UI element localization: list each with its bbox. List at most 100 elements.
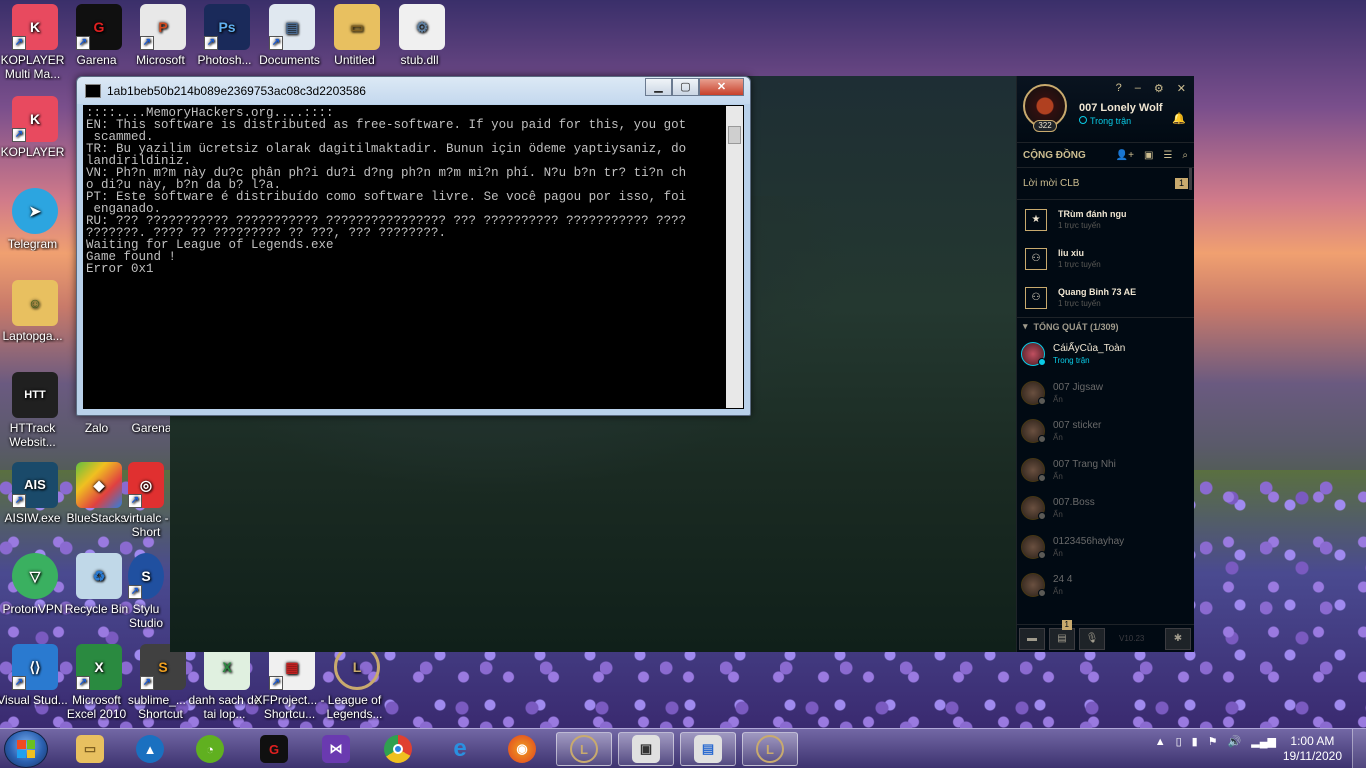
desktop-icon-httrack[interactable]: HTT HTTrack Websit... bbox=[2, 372, 68, 452]
help-icon[interactable]: ? bbox=[1116, 82, 1122, 95]
httrack-icon: HTT bbox=[12, 372, 58, 418]
desktop-icon-photoshop[interactable]: Ps ↗ Photosh... bbox=[194, 4, 260, 84]
volume-icon[interactable]: 🔊 bbox=[1228, 735, 1242, 748]
visual-studio-code-icon: ⟨⟩ ↗ bbox=[12, 644, 58, 690]
desktop-icon-powerpoint[interactable]: P ↗ Microsoft bbox=[130, 4, 196, 84]
friend-item[interactable]: CáiẤyCủa_Toàn Trong trận bbox=[1017, 335, 1194, 374]
tray-expand-icon[interactable]: ▲ bbox=[1155, 736, 1166, 748]
console-window[interactable]: 1ab1beb50b214b089e2369753ac08c3d2203586 … bbox=[76, 76, 751, 416]
league-social-panel: 322 007 Lonely Wolf Trong trận ? – ⚙ ✕ 🔔… bbox=[1016, 76, 1194, 652]
bell-icon[interactable]: 🔔 bbox=[1172, 112, 1186, 125]
taskbar-internet-explorer[interactable]: e bbox=[432, 732, 488, 766]
desktop-icon-stub-dll[interactable]: ⚙ stub.dll bbox=[389, 4, 455, 84]
desktop-icon-documents[interactable]: ▤ ↗ Documents bbox=[259, 4, 325, 84]
taskbar-firefox[interactable]: ◉ bbox=[494, 732, 550, 766]
desktop-icon-danh-sach[interactable]: Xdanh sach de tai lop... bbox=[188, 644, 261, 724]
bug-report-icon[interactable]: ✱ bbox=[1165, 627, 1191, 650]
console-line: Game found ! bbox=[86, 250, 177, 264]
player-status[interactable]: Trong trận bbox=[1079, 116, 1131, 126]
desktop-icon-aisiw[interactable]: AIS ↗ AISIW.exe bbox=[2, 462, 68, 542]
console-output[interactable]: ::::....MemoryHackers.org....:::: EN: Thi… bbox=[83, 105, 744, 409]
scrollbar-thumb[interactable] bbox=[728, 126, 741, 144]
friend-item[interactable]: 0123456hayhay Ẩn bbox=[1017, 528, 1194, 567]
club-invites[interactable]: Lời mời CLB 1 bbox=[1017, 168, 1194, 200]
phone-icon[interactable]: ▯ bbox=[1176, 735, 1182, 748]
show-desktop-button[interactable] bbox=[1352, 729, 1366, 768]
avatar bbox=[1021, 380, 1046, 405]
folder-icon: ▭ bbox=[334, 4, 380, 50]
taskbar-file-explorer[interactable]: ▭ bbox=[62, 732, 118, 766]
desktop-icon-laptopga[interactable]: ☺ Laptopga... bbox=[2, 280, 68, 360]
desktop-icon-telegram[interactable]: ➤ Telegram bbox=[2, 188, 68, 268]
aisiw-icon: AIS ↗ bbox=[12, 462, 58, 508]
gear-icon[interactable]: ⚙ bbox=[1154, 82, 1164, 95]
desktop-icon-stylus-studio[interactable]: S ↗ Stylu Studio bbox=[121, 553, 171, 633]
taskbar-league-client[interactable]: L bbox=[556, 732, 612, 766]
notification-count-badge: 1 bbox=[1061, 619, 1072, 630]
avatar bbox=[1021, 496, 1046, 521]
flag-icon[interactable]: ⚑ bbox=[1208, 735, 1218, 748]
desktop-icon-protonvpn[interactable]: ▽ ProtonVPN bbox=[2, 553, 68, 633]
console-title: 1ab1beb50b214b089e2369753ac08c3d2203586 bbox=[107, 83, 366, 98]
desktop-icon-untitled[interactable]: ▭ Untitled bbox=[324, 4, 390, 84]
friend-item[interactable]: 24 4 Ẩn bbox=[1017, 566, 1194, 605]
alpha-icon: ▲ bbox=[136, 735, 164, 763]
search-icon[interactable]: ⌕ bbox=[1182, 150, 1188, 161]
network-signal-icon[interactable]: ▂▄▆ bbox=[1251, 735, 1276, 748]
add-folder-icon[interactable]: ▣ bbox=[1144, 150, 1153, 161]
minimize-button[interactable]: ▁ bbox=[645, 78, 672, 96]
social-footer: ▬ ▤ 1 🎙 V10.23 ✱ bbox=[1017, 619, 1194, 652]
taskbar-visual-studio[interactable]: ⋈ bbox=[308, 732, 364, 766]
taskbar-chrome[interactable] bbox=[370, 732, 426, 766]
photoshop-icon: Ps ↗ bbox=[204, 4, 250, 50]
club-item[interactable]: ★ TRùm đánh ngu 1 trực tuyến bbox=[1017, 200, 1194, 239]
desktop-icon-garena[interactable]: G ↗ Garena bbox=[66, 4, 132, 84]
chevron-down-icon: ▾ bbox=[1023, 321, 1028, 331]
friend-item[interactable]: 007 sticker Ẩn bbox=[1017, 412, 1194, 451]
desktop-icon-league-of-legends[interactable]: L League of Legends... bbox=[324, 644, 390, 724]
friend-item[interactable]: 007 Trang Nhi Ẩn bbox=[1017, 451, 1194, 490]
taskbar-green-app[interactable]: ◔ bbox=[182, 732, 238, 766]
friend-item[interactable]: 007.Boss Ẩn bbox=[1017, 489, 1194, 528]
clock-date: 19/11/2020 bbox=[1282, 749, 1342, 763]
taskbar-console-window[interactable]: ▣ bbox=[618, 732, 674, 766]
visual-studio-icon: ⋈ bbox=[322, 735, 350, 763]
notifications-icon[interactable]: ▤ 1 bbox=[1049, 619, 1075, 650]
taskbar-screen-window[interactable]: ▤ bbox=[680, 732, 736, 766]
social-scrollbar[interactable] bbox=[1189, 168, 1192, 190]
desktop-icon-virtualc[interactable]: ◎ ↗ virtualc - Short bbox=[121, 462, 171, 542]
list-icon[interactable]: ☰ bbox=[1163, 150, 1172, 161]
general-group-header[interactable]: ▾ TỔNG QUÁT (1/309) bbox=[1017, 317, 1194, 335]
desktop-icon-xfproject[interactable]: ▦ ↗ XFProject... - Shortcu... bbox=[254, 644, 325, 724]
avatar bbox=[1021, 419, 1046, 444]
add-friend-icon[interactable]: 👤+ bbox=[1116, 150, 1134, 161]
close-button[interactable]: ✕ bbox=[699, 78, 744, 96]
desktop-icon-koplayer-multi[interactable]: K ↗ KOPLAYER Multi Ma... bbox=[1, 4, 68, 84]
group-icon: ⚇ bbox=[1025, 286, 1047, 309]
virtual-cd-icon: ◎ ↗ bbox=[128, 462, 164, 508]
avatar bbox=[1021, 534, 1046, 559]
taskbar-alpha-app[interactable]: ▲ bbox=[122, 732, 178, 766]
close-icon[interactable]: ✕ bbox=[1177, 82, 1186, 95]
chat-icon[interactable]: ▬ bbox=[1019, 627, 1045, 650]
battery-icon[interactable]: ▮ bbox=[1192, 735, 1198, 748]
desktop-icon-koplayer[interactable]: K ↗ KOPLAYER bbox=[1, 96, 68, 176]
taskbar-league-game[interactable]: L bbox=[742, 732, 798, 766]
minimize-icon[interactable]: – bbox=[1135, 82, 1141, 95]
console-titlebar[interactable]: 1ab1beb50b214b089e2369753ac08c3d2203586 … bbox=[77, 77, 750, 104]
microphone-icon[interactable]: 🎙 bbox=[1079, 627, 1105, 650]
avatar bbox=[1021, 573, 1046, 598]
excel-icon: X ↗ bbox=[76, 644, 122, 690]
console-line: Waiting for League of Legends.exe bbox=[86, 238, 334, 252]
clock[interactable]: 1:00 AM 19/11/2020 bbox=[1283, 734, 1342, 764]
clock-time: 1:00 AM bbox=[1290, 734, 1335, 748]
league-of-legends-icon: L bbox=[756, 735, 784, 763]
taskbar-garena[interactable]: G bbox=[246, 732, 302, 766]
club-item[interactable]: ⚇ liu xiu 1 trực tuyến bbox=[1017, 239, 1194, 278]
maximize-button[interactable]: ▢ bbox=[672, 78, 699, 96]
firefox-icon: ◉ bbox=[508, 735, 536, 763]
start-button[interactable] bbox=[4, 730, 48, 768]
club-item[interactable]: ⚇ Quang Binh 73 AE 1 trực tuyến bbox=[1017, 278, 1194, 317]
console-scrollbar[interactable] bbox=[726, 106, 743, 408]
friend-item[interactable]: 007 Jigsaw Ẩn bbox=[1017, 374, 1194, 413]
